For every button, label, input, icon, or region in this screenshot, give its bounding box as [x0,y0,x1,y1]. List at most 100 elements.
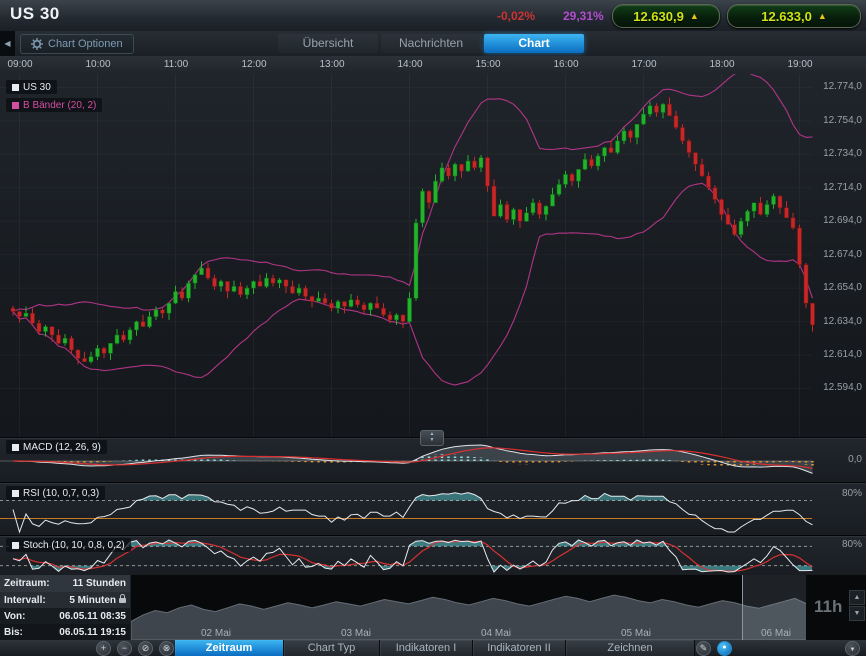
price-chart-pane[interactable]: 12.774,012.754,012.734,012.714,012.694,0… [0,74,866,437]
rsi-legend: RSI (10, 0,7, 0,3) [6,486,105,500]
legend-label: B Bänder (20, 2) [23,100,96,111]
navigator-date-label: 02 Mai [191,628,241,639]
series-swatch [12,490,19,497]
tab-uebersicht[interactable]: Übersicht [278,34,378,53]
info-label: Von: [4,611,25,622]
price-tick-label: 12.594,0 [823,382,862,393]
price-tick-label: 12.754,0 [823,115,862,126]
buy-price-button[interactable]: 12.633,0 ▲ [727,4,861,28]
info-row-intervall: Intervall: 5 Minuten [0,592,130,608]
price-tick-label: 12.714,0 [823,182,862,193]
toolbar-tab-zeitraum[interactable]: Zeitraum [175,640,284,656]
info-label: Zeitraum: [4,578,50,589]
series-swatch [12,102,19,109]
range-navigator[interactable]: 02 Mai03 Mai04 Mai05 Mai06 Mai [130,575,807,640]
legend-us30[interactable]: US 30 [6,80,57,94]
price-tick-label: 12.634,0 [823,316,862,327]
macd-label: MACD (12, 26, 9) [23,442,101,453]
pencil-icon: ✎ [700,643,708,653]
tab-nachrichten[interactable]: Nachrichten [381,34,481,53]
range-percent: 29,31% [563,9,604,23]
live-update-button[interactable]: ● [717,641,732,656]
trading-app-window: US 30 -0,02% 29,31% 12.630,9 ▲ 12.633,0 … [0,0,866,656]
stoch-label: Stoch (10, 10, 0,8, 0,2) [23,540,125,551]
view-tabs: Übersicht Nachrichten Chart [278,34,584,53]
scroll-up-button[interactable]: ▲ [849,590,865,605]
zoom-in-button[interactable]: + [96,641,111,656]
macd-zero-label: 0,0 [848,454,862,465]
info-row-von: Von: 06.05.11 08:35 [0,608,130,624]
info-value: 06.05.11 19:15 [59,627,126,638]
pane-splitter[interactable]: ▲ ▼ [420,430,444,446]
rsi-panel[interactable]: RSI (10, 0,7, 0,3) 80% [0,482,866,536]
legend-bollinger[interactable]: B Bänder (20, 2) [6,98,102,112]
time-tick-label: 10:00 [83,59,113,70]
range-label: 11h [814,597,842,617]
price-tick-label: 12.654,0 [823,282,862,293]
info-value: 5 Minuten [69,595,116,606]
rsi-plot [0,483,866,536]
toolbar-tab-chart-typ[interactable]: Chart Typ [284,640,380,656]
gear-icon [31,38,43,50]
time-tick-label: 17:00 [629,59,659,70]
price-up-icon: ▲ [818,11,827,21]
triangle-up-icon: ▲ [854,594,861,601]
chevron-down-icon: ▼ [850,647,856,653]
zoom-out-button[interactable]: − [117,641,132,656]
clear-tool-button[interactable]: ⊗ [159,641,174,656]
info-value: 11 Stunden [73,578,126,589]
toolbar-tab-zeichnen[interactable]: Zeichnen [566,640,695,656]
collapse-panel-button[interactable]: ◀ [0,31,15,56]
info-label: Bis: [4,627,23,638]
price-tick-label: 12.614,0 [823,349,862,360]
macd-legend: MACD (12, 26, 9) [6,440,107,454]
chart-legend: US 30 B Bänder (20, 2) [6,80,102,116]
time-tick-label: 11:00 [161,59,191,70]
draw-button[interactable]: ✎ [696,641,711,656]
navigator-date-label: 05 Mai [611,628,661,639]
stoch-legend: Stoch (10, 10, 0,8, 0,2) [6,538,131,552]
series-swatch [12,84,19,91]
sell-price: 12.630,9 [633,9,684,24]
collapse-toolbar-button[interactable]: ▼ [845,641,860,656]
price-up-icon: ▲ [690,11,699,21]
header: US 30 -0,02% 29,31% 12.630,9 ▲ 12.633,0 … [0,0,866,32]
time-tick-label: 14:00 [395,59,425,70]
navigator-date-label: 06 Mai [751,628,801,639]
chart-options-button[interactable]: Chart Optionen [20,34,134,54]
no-entry-icon: ⊘ [142,643,150,653]
sell-price-button[interactable]: 12.630,9 ▲ [612,4,720,28]
toolbar-tab-indikatoren-1[interactable]: Indikatoren I [380,640,473,656]
series-swatch [12,542,19,549]
price-tick-label: 12.734,0 [823,148,862,159]
toolbar-tab-indikatoren-2[interactable]: Indikatoren II [473,640,566,656]
scroll-down-button[interactable]: ▼ [849,606,865,621]
price-tick-label: 12.774,0 [823,81,862,92]
info-label: Intervall: [4,595,46,606]
time-tick-label: 16:00 [551,59,581,70]
chevron-left-icon: ◀ [4,39,10,48]
tab-chart[interactable]: Chart [484,34,584,53]
change-percent: -0,02% [497,9,535,23]
time-tick-label: 13:00 [317,59,347,70]
buy-price: 12.633,0 [761,9,812,24]
lock-icon[interactable] [119,598,126,603]
disable-tool-button[interactable]: ⊘ [138,641,153,656]
splitter-down-icon: ▼ [421,437,443,443]
rsi-level-label: 80% [842,488,862,499]
time-tick-label: 19:00 [785,59,815,70]
navigator-date-label: 04 Mai [471,628,521,639]
chart-info-panel: Zeitraum: 11 Stunden Intervall: 5 Minute… [0,575,130,640]
plus-icon: + [101,643,106,653]
rsi-label: RSI (10, 0,7, 0,3) [23,488,99,499]
stoch-panel[interactable]: Stoch (10, 10, 0,8, 0,2) 80% [0,535,866,576]
time-tick-label: 18:00 [707,59,737,70]
series-swatch [12,444,19,451]
time-tick-label: 15:00 [473,59,503,70]
legend-label: US 30 [23,82,51,93]
instrument-title: US 30 [10,4,60,24]
bottom-toolbar: + − ⊘ ⊗ Zeitraum Chart Typ Indikatoren I… [0,640,866,656]
candlestick-chart[interactable] [0,74,866,437]
tab-bar: ◀ Chart Optionen Übersicht Nachrichten C… [0,31,866,57]
bottom-strip: Zeitraum: 11 Stunden Intervall: 5 Minute… [0,575,866,640]
